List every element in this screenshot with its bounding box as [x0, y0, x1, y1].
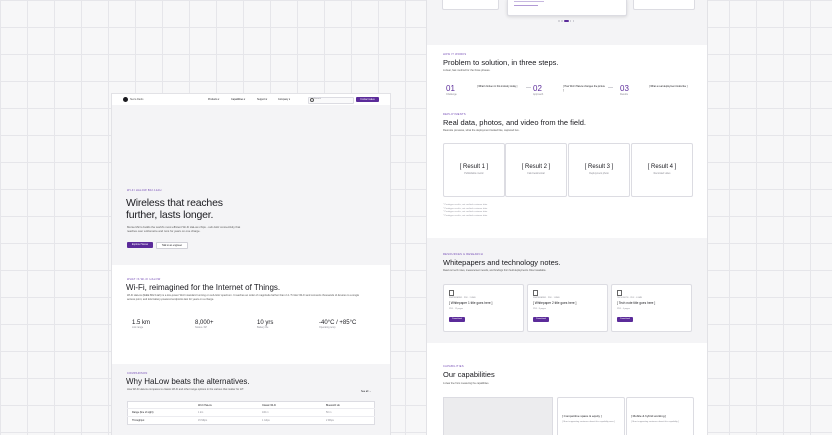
intro-body: Wi-Fi HaLow (IEEE 802.11ah) is a low-pow…: [127, 294, 360, 301]
stat-range: 1.5 km Link range: [132, 320, 151, 329]
nav-item-company[interactable]: Company ▾: [278, 98, 290, 101]
carousel-dot[interactable]: [569, 20, 572, 22]
document-icon: [617, 290, 622, 296]
step-2-text: [ How Wi-Fi HaLow changes the picture ]: [563, 85, 605, 92]
capabilities-title: Our capabilities: [443, 370, 495, 379]
hero-section: WI-FI HALOW 802.11AH Wireless that reach…: [112, 105, 390, 265]
download-button[interactable]: Download: [617, 317, 633, 322]
hero-eyebrow: WI-FI HALOW 802.11AH: [127, 189, 162, 192]
stat-temperature: -40°C / +85°C Operating temp: [319, 320, 357, 329]
table-row: Throughput 15 Mbps 1 Gbps 2 Mbps: [132, 419, 334, 422]
carousel-dot[interactable]: [558, 20, 560, 22]
field-subtitle: Real-site previews, what the deployment …: [443, 129, 520, 132]
carousel-dot[interactable]: [561, 20, 563, 22]
carousel-dot[interactable]: [572, 20, 575, 22]
see-all-link[interactable]: See all →: [361, 390, 371, 393]
comparison-table: Wi-Fi HaLow Classic Wi-Fi Bluetooth LE R…: [127, 401, 375, 425]
solution-eyebrow: HOW IT WORKS: [443, 53, 467, 56]
intro-title: Wi-Fi, reimagined for the Internet of Th…: [126, 283, 281, 292]
result-card[interactable]: [ Result 4 ] Recorded video: [631, 143, 693, 197]
step-1: 01 Challenge: [446, 84, 457, 96]
hero-title: Wireless that reaches further, lasts lon…: [126, 197, 223, 221]
homepage-frame: Sierra Radio Products ▾ Capabilities ▾ S…: [112, 94, 390, 435]
carousel-card-center[interactable]: [507, 0, 627, 16]
sections-frame: HOW IT WORKS Problem to solution, in thr…: [427, 0, 707, 435]
download-button[interactable]: Download: [533, 317, 549, 322]
field-notes: * Prototype results, not verified custom…: [443, 204, 488, 217]
papers-subtitle: Read our tech notes, measurement results…: [443, 269, 547, 272]
brand-logo-icon[interactable]: [123, 97, 128, 102]
capability-card[interactable]: [ Competitive space & equity ] [ Short s…: [557, 397, 625, 435]
comparison-title: Why HaLow beats the alternatives.: [126, 377, 250, 386]
capability-card[interactable]: [ Mobile & hybrid working ] [ Short supp…: [626, 397, 694, 435]
paper-card[interactable]: TECH NOTE · PDF · 0.9MB [ Tech note titl…: [611, 284, 692, 332]
step-3: 03 Results: [620, 84, 629, 96]
step-3-text: [ What a real deployment looks like ]: [649, 85, 688, 88]
result-card[interactable]: [ Result 1 ] Publishable metric: [443, 143, 505, 197]
table-header-row: Wi-Fi HaLow Classic Wi-Fi Bluetooth LE: [127, 402, 375, 409]
talk-to-engineer-button[interactable]: Talk to an engineer: [156, 242, 188, 249]
contact-sales-button[interactable]: Contact sales: [356, 96, 379, 102]
table-row: Range (line of sight) 1 km 100 m 50 m: [127, 409, 375, 417]
step-divider: [608, 87, 613, 88]
papers-title: Whitepapers and technology notes.: [443, 258, 561, 267]
papers-eyebrow: RESOURCES & RESEARCH: [443, 253, 484, 256]
paper-card[interactable]: WHITEPAPER · PDF · 1.8MB [ Whitepaper 2 …: [527, 284, 608, 332]
carousel-card-left[interactable]: [442, 0, 499, 10]
step-1-text: [ What's broken in this industry today ]: [477, 85, 518, 88]
carousel-dots[interactable]: [558, 20, 578, 22]
explore-halow-button[interactable]: Explore HaLow: [127, 242, 153, 248]
result-card[interactable]: [ Result 2 ] Field testimonial: [505, 143, 567, 197]
stat-nodes: 8,000+ Nodes / AP: [195, 320, 214, 329]
stat-battery: 10 yrs Battery life: [257, 320, 274, 329]
capabilities-subtitle: A clear line from measuring the capabili…: [443, 382, 490, 385]
comparison-body: How Wi-Fi HaLow compares to classic Wi-F…: [127, 388, 245, 391]
intro-eyebrow: WHAT IS WI-FI HALOW: [127, 278, 161, 281]
capability-image-placeholder: [443, 397, 553, 435]
nav-item-capabilities[interactable]: Capabilities ▾: [231, 98, 245, 101]
step-divider: [526, 87, 531, 88]
comparison-eyebrow: COMPARISON: [127, 372, 148, 375]
solution-subtitle: A clear, fast method for the three phase…: [443, 69, 491, 72]
document-icon: [533, 290, 538, 296]
step-2: 02 Approach: [533, 84, 544, 96]
search-placeholder: Search: [314, 98, 321, 101]
carousel-dot[interactable]: [564, 20, 569, 22]
field-title: Real data, photos, and video from the fi…: [443, 118, 587, 127]
brand-name: Sierra Radio: [130, 97, 144, 101]
nav-item-support[interactable]: Support ▾: [257, 98, 267, 101]
result-card[interactable]: [ Result 3 ] Deployment photo: [568, 143, 630, 197]
hero-body: Morse Micro builds the world's most effi…: [127, 225, 241, 233]
carousel-card-right[interactable]: [633, 0, 695, 10]
search-input[interactable]: Search: [308, 96, 354, 104]
papers-section: RESOURCES & RESEARCH Whitepapers and tec…: [427, 238, 707, 343]
nav-item-products[interactable]: Products ▾: [208, 98, 219, 101]
download-button[interactable]: Download: [449, 317, 465, 322]
capabilities-eyebrow: CAPABILITIES: [443, 365, 464, 368]
field-eyebrow: DEPLOYMENTS: [443, 113, 466, 116]
comparison-section: COMPARISON Why HaLow beats the alternati…: [112, 364, 390, 435]
paper-card[interactable]: WHITEPAPER · PDF · 2.4MB [ Whitepaper 1 …: [443, 284, 524, 332]
document-icon: [449, 290, 454, 296]
carousel-section: [427, 0, 707, 45]
solution-title: Problem to solution, in three steps.: [443, 58, 559, 67]
